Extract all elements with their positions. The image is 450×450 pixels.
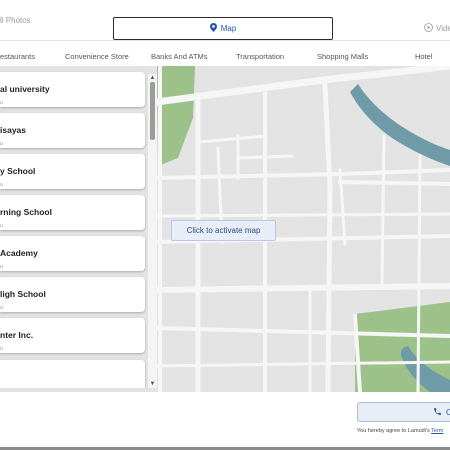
media-tabs: ll Photos Map Vide (0, 0, 450, 41)
place-list-scrollbar[interactable]: ▲ ▼ (148, 74, 157, 388)
call-button[interactable]: C (357, 402, 450, 422)
place-name: isayas (0, 125, 26, 135)
list-item[interactable]: rning School u (0, 195, 145, 230)
place-distance: u (0, 141, 3, 147)
place-distance: u (0, 264, 3, 270)
category-hotel[interactable]: Hotel (415, 52, 433, 61)
place-distance: u (0, 223, 3, 229)
tab-video[interactable]: Vide (424, 23, 450, 34)
place-distance: u (0, 182, 3, 188)
scroll-up-arrow-icon[interactable]: ▲ (148, 74, 157, 82)
place-name: al university (0, 84, 50, 94)
scroll-down-arrow-icon[interactable]: ▼ (148, 380, 157, 388)
phone-icon (433, 407, 442, 418)
call-button-label: C (446, 407, 450, 417)
category-restaurants[interactable]: estaurants (0, 52, 35, 61)
activate-map-button[interactable]: Click to activate map (171, 220, 276, 241)
place-name: y School (0, 166, 36, 176)
list-item[interactable]: nter Inc. u (0, 318, 145, 353)
place-name: Academy (0, 248, 38, 258)
list-item[interactable] (0, 360, 145, 388)
tab-video-label: Vide (436, 24, 450, 33)
list-item[interactable]: ligh School u (0, 277, 145, 312)
category-shopping-malls[interactable]: Shopping Malls (317, 52, 368, 61)
map-pin-icon (209, 23, 217, 34)
tab-map[interactable]: Map (113, 17, 333, 40)
list-item[interactable]: al university u (0, 72, 145, 107)
place-list: al university u isayas u y School u rnin… (0, 66, 157, 388)
scroll-thumb[interactable] (150, 82, 155, 140)
tab-map-label: Map (220, 24, 237, 33)
category-transportation[interactable]: Transportation (236, 52, 284, 61)
list-item[interactable]: Academy u (0, 236, 145, 271)
terms-agreement: You hereby agree to Lamudi's Term (357, 428, 443, 434)
place-distance: u (0, 100, 3, 106)
poi-category-bar: estaurants Convenience Store Banks And A… (0, 45, 450, 65)
place-name: ligh School (0, 289, 46, 299)
category-convenience-store[interactable]: Convenience Store (65, 52, 129, 61)
place-name: nter Inc. (0, 330, 34, 340)
list-item[interactable]: y School u (0, 154, 145, 189)
play-circle-icon (424, 23, 433, 34)
list-item[interactable]: isayas u (0, 113, 145, 148)
category-banks-atms[interactable]: Banks And ATMs (151, 52, 208, 61)
terms-link[interactable]: Term (431, 428, 443, 434)
tab-photos-label: ll Photos (0, 16, 31, 25)
place-name: rning School (0, 207, 52, 217)
tab-photos[interactable]: ll Photos (0, 16, 31, 25)
terms-agreement-text: You hereby agree to Lamudi's (357, 428, 430, 434)
place-distance: u (0, 346, 3, 352)
place-distance: u (0, 305, 3, 311)
